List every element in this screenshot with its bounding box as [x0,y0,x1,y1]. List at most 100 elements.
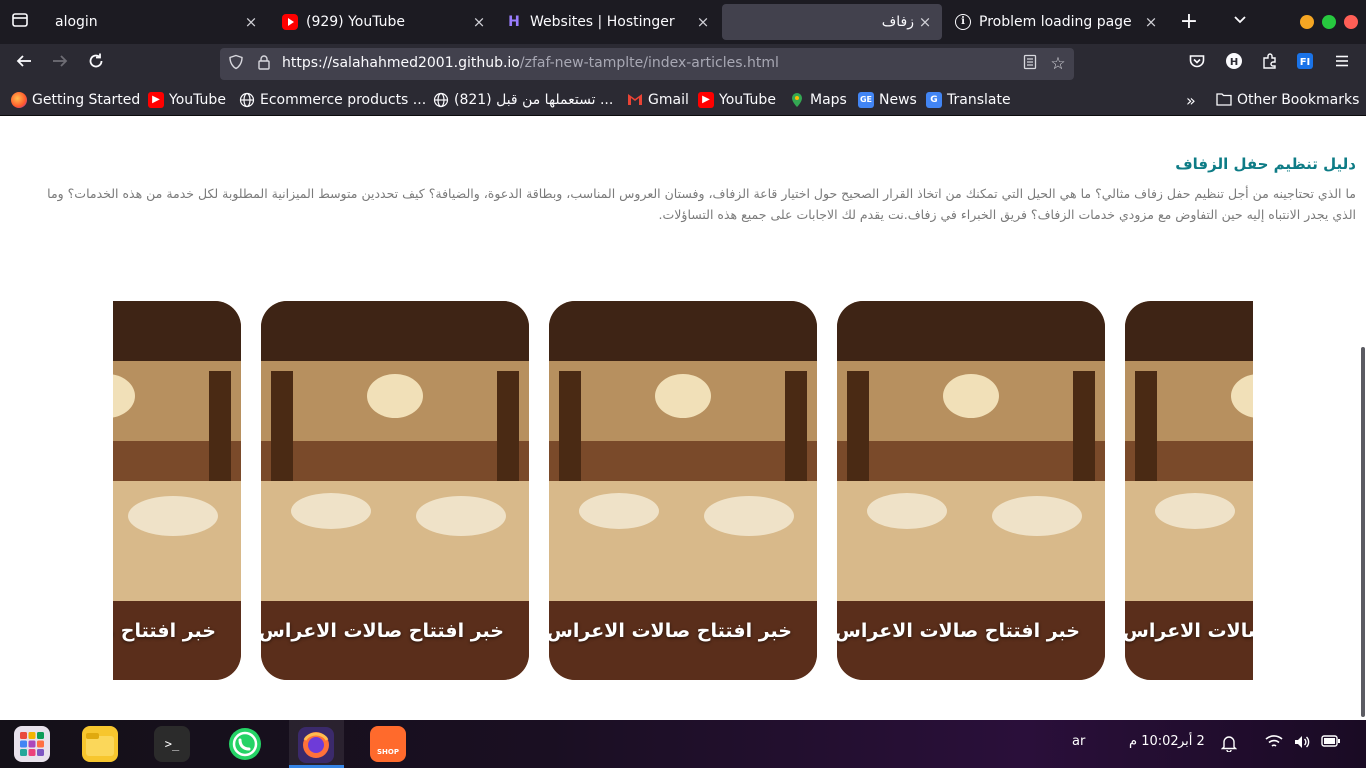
terminal-icon[interactable]: >_ [154,726,190,762]
close-icon[interactable]: × [916,13,934,31]
url-host: https://salahahmed2001.github.io [282,55,520,71]
bookmark-arabic-page[interactable]: (821) تستعملها من قبل ... [433,90,613,110]
whatsapp-icon[interactable] [225,726,261,762]
bookmark-label: Ecommerce products ... [260,92,427,108]
bookmark-label: Gmail [648,92,689,108]
youtube-icon: ▶ [148,92,164,108]
bookmark-label: YouTube [719,92,776,108]
more-bookmarks-chevron-icon[interactable]: » [1186,90,1196,110]
bookmark-youtube[interactable]: ▶ YouTube [148,90,226,110]
tab-problem-loading[interactable]: i Problem loading page × [946,4,1168,40]
bookmark-other[interactable]: Other Bookmarks [1216,90,1359,110]
bookmark-translate[interactable]: G Translate [926,90,1011,110]
bookmarks-toolbar: Getting Started ▶ YouTube Ecommerce prod… [0,84,1366,116]
card-title: خبر افتتاح صالات الاعراس [837,620,1080,642]
keyboard-language[interactable]: ar [1072,734,1085,749]
chevron-down-icon[interactable] [1228,10,1252,34]
folder-icon [1216,92,1232,108]
clock-time[interactable]: 10:02 م [1129,734,1179,749]
article-card[interactable]: خبر افتتاح صالات الاعراس [1125,301,1253,680]
card-title: خبر افتتاح صالات الاعراس [261,620,504,642]
card-title: خبر افتتاح صالات الاعراس [549,620,792,642]
reader-view-icon[interactable] [1020,54,1040,74]
close-window-button[interactable] [1344,15,1358,29]
firefox-icon[interactable] [297,726,334,763]
navigation-toolbar: https://salahahmed2001.github.io/zfaf-ne… [0,44,1366,84]
tab-title: Websites | Hostinger [530,14,675,30]
bookmark-maps[interactable]: Maps [789,90,847,110]
article-card[interactable]: خبر افتتاح صالات الاعراس [261,301,529,680]
bookmark-getting-started[interactable]: Getting Started [11,90,140,110]
svg-text:H: H [1230,57,1238,68]
bookmark-label: Maps [810,92,847,108]
tab-alogin[interactable]: alogin × [44,4,268,40]
forward-icon[interactable] [48,52,72,76]
bookmark-gmail[interactable]: Gmail [627,90,689,110]
taskbar: >_ SHOP ar 10:02 م 2 أبر [0,720,1366,768]
translate-extension-icon[interactable]: FI [1293,52,1317,76]
bookmark-youtube-2[interactable]: ▶ YouTube [698,90,776,110]
battery-icon[interactable] [1321,734,1340,752]
volume-icon[interactable] [1293,734,1311,752]
youtube-icon [282,14,298,30]
bookmark-label: Translate [947,92,1011,108]
info-icon: i [955,14,971,30]
shield-icon[interactable] [226,54,246,74]
bookmark-label: Other Bookmarks [1237,92,1360,108]
globe-icon [433,92,449,108]
close-icon[interactable]: × [470,13,488,31]
hostinger-icon: H [508,14,520,30]
article-body: ما الذي تحتاجينه من أجل تنظيم حفل زفاف م… [47,186,1356,222]
account-icon[interactable]: H [1222,52,1246,76]
minimize-button[interactable] [1300,15,1314,29]
url-path: /zfaf-new-tamplte/index-articles.html [519,55,779,71]
shop-label: SHOP [377,748,399,756]
page-scrollbar[interactable] [1361,347,1365,717]
tab-youtube[interactable]: (929) YouTube × [272,4,496,40]
extensions-icon[interactable] [1258,52,1282,76]
svg-text:FI: FI [1300,57,1311,68]
clock-date[interactable]: 2 أبر [1178,734,1205,749]
close-icon[interactable]: × [1142,13,1160,31]
new-tab-icon[interactable]: + [1177,10,1201,34]
files-icon[interactable] [82,726,118,762]
globe-icon [239,92,255,108]
card-title: خبر افتتاح صالات الاعراس [1125,620,1253,642]
back-icon[interactable] [12,52,36,76]
tab-hostinger[interactable]: H Websites | Hostinger × [496,4,720,40]
tab-list-icon[interactable] [8,10,32,34]
article-title: دليل تنظيم حفل الزفاف [1175,155,1356,173]
tab-zafaf[interactable]: زفاف × [722,4,942,40]
menu-icon[interactable] [1330,52,1354,76]
tab-title: Problem loading page [979,14,1132,30]
article-carousel[interactable]: خبر افتتاح صالات الاعراس خبر افتتاح صالا… [113,301,1253,681]
pocket-icon[interactable] [1185,52,1209,76]
bookmark-news[interactable]: GE News [858,90,917,110]
page-content: دليل تنظيم حفل الزفاف ما الذي تحتاجينه م… [0,117,1366,720]
wifi-icon[interactable] [1265,734,1283,752]
address-bar[interactable]: https://salahahmed2001.github.io/zfaf-ne… [220,48,1074,80]
bookmark-ecommerce[interactable]: Ecommerce products ... [239,90,426,110]
bookmark-label: News [879,92,917,108]
tab-strip: alogin × (929) YouTube × H Websites | Ho… [0,0,1366,44]
url-text[interactable]: https://salahahmed2001.github.io/zfaf-ne… [282,55,779,71]
lock-icon[interactable] [254,54,274,74]
close-icon[interactable]: × [694,13,712,31]
firefox-icon [11,92,27,108]
reload-icon[interactable] [84,52,108,76]
app-grid-icon[interactable] [14,726,50,762]
gmail-icon [627,92,643,108]
shop-icon[interactable]: SHOP [370,726,406,762]
bookmark-star-icon[interactable]: ☆ [1048,54,1068,74]
maximize-button[interactable] [1322,15,1336,29]
maps-icon [789,92,805,108]
notification-bell-icon[interactable] [1220,734,1238,753]
tab-title: زفاف [881,14,914,30]
article-card[interactable]: خبر افتتاح صالات الاعراس [549,301,817,680]
article-card[interactable]: خبر افتتاح صالات الاعراس [113,301,241,680]
news-icon: GE [858,92,874,108]
tab-title: alogin [55,14,98,30]
close-icon[interactable]: × [242,13,260,31]
article-card[interactable]: خبر افتتاح صالات الاعراس [837,301,1105,680]
bookmark-label: YouTube [169,92,226,108]
